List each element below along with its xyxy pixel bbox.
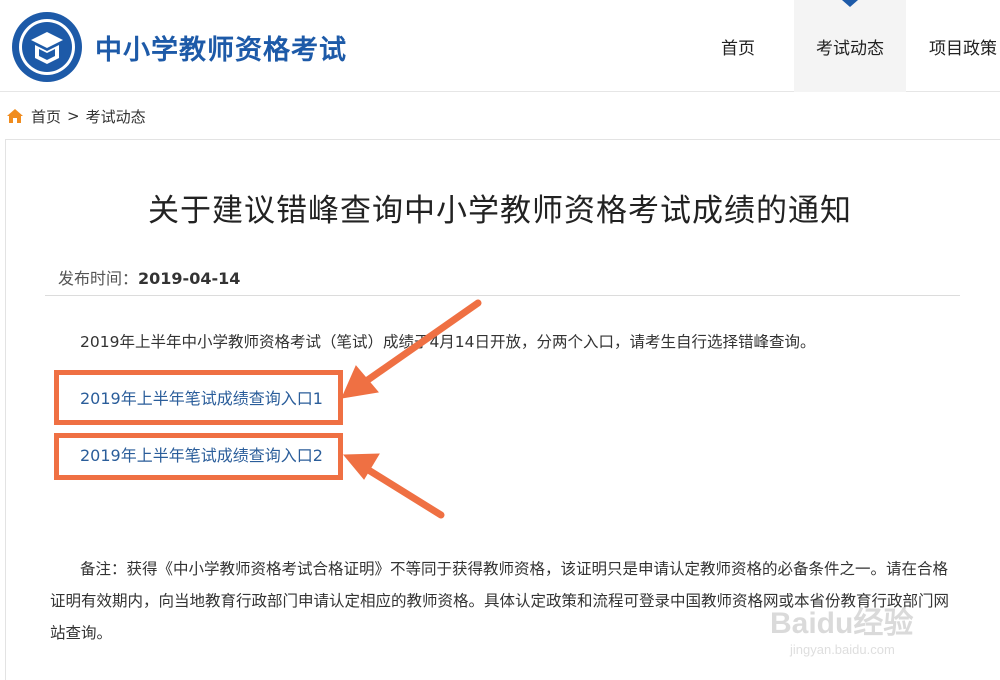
watermark: Baidu经验 jingyan.baidu.com xyxy=(770,598,950,668)
breadcrumb-current[interactable]: 考试动态 xyxy=(86,106,146,127)
site-title[interactable]: 中小学教师资格考试 xyxy=(95,28,347,67)
active-caret-icon xyxy=(842,0,858,7)
nav-exam-news[interactable]: 考试动态 xyxy=(794,0,906,92)
watermark-sub: jingyan.baidu.com xyxy=(790,642,895,657)
watermark-main: Baidu经验 xyxy=(770,607,914,640)
site-logo-icon[interactable] xyxy=(10,10,84,84)
nav-policy[interactable]: 项目政策 xyxy=(906,0,1000,92)
home-icon xyxy=(7,109,23,123)
highlight-box-2 xyxy=(54,433,343,480)
site-header: 中小学教师资格考试 首页 考试动态 项目政策 xyxy=(0,0,1000,92)
nav-exam-news-label: 考试动态 xyxy=(816,38,884,59)
publish-meta: 发布时间：2019-04-14 xyxy=(58,265,240,289)
title-divider xyxy=(45,295,960,296)
breadcrumb-separator: > xyxy=(67,107,80,125)
nav-home[interactable]: 首页 xyxy=(682,0,794,92)
breadcrumb: 首页 > 考试动态 xyxy=(6,104,146,128)
article-title: 关于建议错峰查询中小学教师资格考试成绩的通知 xyxy=(148,193,852,229)
breadcrumb-home-link[interactable]: 首页 xyxy=(31,106,61,127)
publish-label: 发布时间： xyxy=(58,269,139,288)
publish-date: 2019-04-14 xyxy=(138,269,241,288)
main-nav: 首页 考试动态 项目政策 xyxy=(682,0,1000,92)
highlight-box-1 xyxy=(54,370,343,425)
intro-paragraph: 2019年上半年中小学教师资格考试（笔试）成绩于4月14日开放，分两个入口，请考… xyxy=(80,333,816,351)
